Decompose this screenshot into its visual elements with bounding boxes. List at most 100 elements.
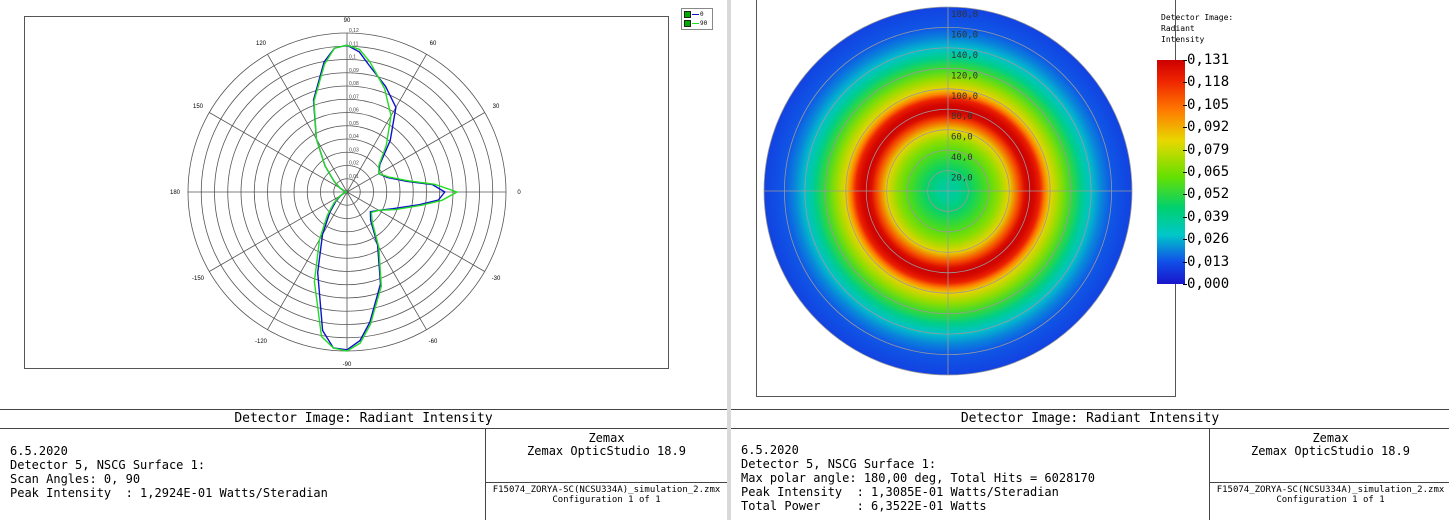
footer-info: 6.5.2020 Detector 5, NSCG Surface 1: Scan …	[10, 444, 328, 500]
footer-title: Detector Image: Radiant Intensity	[0, 410, 727, 429]
angle-tick-label: 120	[256, 41, 267, 47]
legend-checkbox-0[interactable]	[684, 10, 691, 18]
radial-tick-label: 0,03	[349, 147, 359, 153]
radial-tick-label: 0,1	[349, 55, 356, 61]
grid-spoke	[267, 54, 348, 193]
radial-tick-label: 100,0	[951, 92, 978, 102]
radial-tick-label: 0,09	[349, 68, 359, 74]
angle-tick-label: -150	[192, 276, 205, 282]
plot-legend: 0 90	[681, 8, 713, 30]
legend-checkbox-90[interactable]	[684, 19, 691, 27]
colorbar-tick-label: 0,118	[1187, 74, 1230, 91]
config-info: Configuration 1 of 1	[1276, 495, 1385, 505]
grid-spoke	[346, 191, 485, 272]
file-info: F15074_ZORYA-SC(NCSU334A)_simulation_2.z…	[1210, 482, 1449, 505]
angle-tick-label: 60	[430, 41, 437, 47]
colorbar-tick-mark	[1183, 104, 1187, 106]
angle-tick-label: -120	[255, 339, 268, 345]
file-info: F15074_ZORYA-SC(NCSU334A)_simulation_2.z…	[486, 482, 727, 505]
colorbar-tick-mark	[1183, 261, 1187, 263]
radial-tick-label: 0,06	[349, 108, 359, 114]
radial-tick-label: 0,12	[349, 28, 359, 34]
config-info: Configuration 1 of 1	[552, 495, 661, 505]
colorbar-tick-label: 0,105	[1187, 96, 1230, 113]
radial-tick-label: 80,0	[951, 112, 973, 122]
angle-tick-label: -60	[429, 339, 438, 345]
angle-tick-label: 0	[517, 190, 521, 196]
footer-brand-box: Zemax Zemax OpticStudio 18.9 F15074_ZORY…	[1209, 429, 1449, 520]
heatmap-footer: Detector Image: Radiant Intensity 6.5.20…	[731, 409, 1449, 520]
angle-tick-label: 30	[493, 104, 500, 110]
radial-tick-label: 40,0	[951, 153, 973, 163]
legend-item-90[interactable]: 90	[684, 19, 707, 27]
info-detector: Detector 5, NSCG Surface 1:	[10, 458, 206, 472]
colorbar-tick-label: 0,079	[1187, 141, 1230, 158]
legend-swatch-90	[692, 22, 699, 24]
radial-tick-label: 180,0	[951, 10, 978, 20]
colorbar-tick-label: 0,052	[1187, 186, 1230, 203]
angle-tick-label: 180	[170, 190, 181, 196]
radial-tick-label: 20,0	[951, 174, 973, 184]
colorbar-tick-label: 0,000	[1187, 276, 1230, 292]
colorbar-tick-label: 0,092	[1187, 119, 1230, 136]
colorbar-tick-label: 0,026	[1187, 231, 1230, 248]
product-name: Zemax OpticStudio 18.9	[1251, 444, 1410, 458]
colorbar-tick-mark	[1183, 149, 1187, 151]
colorbar-tick-mark	[1183, 82, 1187, 84]
file-name: F15074_ZORYA-SC(NCSU334A)_simulation_2.z…	[492, 485, 721, 495]
footer-title: Detector Image: Radiant Intensity	[731, 410, 1449, 429]
radial-tick-label: 140,0	[951, 51, 978, 61]
file-name: F15074_ZORYA-SC(NCSU334A)_simulation_2.z…	[1216, 485, 1445, 495]
right-analysis-window: 20,0 40,0 60,0 80,0 100,0 120,0 140,0 160,0 180,…	[731, 0, 1449, 520]
colorbar-tick-mark	[1183, 194, 1187, 196]
footer-info: 6.5.2020 Detector 5, NSCG Surface 1: Max p…	[741, 443, 1095, 513]
colorbar	[1157, 60, 1185, 284]
radial-tick-label: 0,08	[349, 81, 359, 87]
angle-tick-label: -30	[492, 276, 501, 282]
info-max-polar-angle: Max polar angle: 180,00 deg, Total Hits …	[741, 471, 1096, 485]
info-date: 6.5.2020	[741, 443, 799, 457]
info-detector: Detector 5, NSCG Surface 1:	[741, 457, 937, 471]
colorbar-tick-label: 0,013	[1187, 253, 1230, 270]
grid-spoke	[346, 191, 427, 330]
colorbar-tick-label: 0,131	[1187, 52, 1230, 68]
footer-brand-box: Zemax Zemax OpticStudio 18.9 F15074_ZORY…	[485, 429, 727, 520]
colorbar-tick-mark	[1183, 60, 1187, 61]
angle-tick-label: 90	[344, 18, 351, 24]
grid-spoke	[346, 112, 485, 193]
info-peak-intensity: Peak Intensity : 1,3085E-01 Watts/Sterad…	[741, 485, 1059, 499]
colorbar-tick-mark	[1183, 216, 1187, 218]
legend-label-0: 0	[700, 10, 704, 18]
radial-tick-label: 160,0	[951, 30, 978, 40]
radial-tick-label: 60,0	[951, 133, 973, 143]
colorbar-tick-label: 0,039	[1187, 208, 1230, 225]
legend-swatch-0	[692, 13, 699, 15]
heatmap-plot-frame: 20,0 40,0 60,0 80,0 100,0 120,0 140,0 160,0 180,…	[756, 0, 1176, 397]
colorbar-tick-mark	[1183, 172, 1187, 173]
polar-heatmap: 20,0 40,0 60,0 80,0 100,0 120,0 140,0 160,0 180,…	[763, 6, 1133, 376]
plot-footer: Detector Image: Radiant Intensity 6.5.20…	[0, 409, 727, 520]
legend-item-0[interactable]: 0	[684, 10, 704, 18]
radial-tick-label: 0,01	[349, 174, 359, 180]
radial-tick-label: 120,0	[951, 71, 978, 81]
colorbar-tick-label: 0,065	[1187, 164, 1230, 180]
grid-spoke	[346, 54, 427, 193]
legend-label-90: 90	[700, 19, 708, 27]
colorbar-tick-mark	[1183, 127, 1187, 129]
angle-tick-label: -90	[343, 362, 352, 368]
info-date: 6.5.2020	[10, 444, 68, 458]
grid-spoke	[209, 191, 348, 272]
polar-plot-frame: 90 60 30 0 -30 -60 -90 -120 -150 180 150 120 0,01 0,0…	[24, 16, 669, 369]
radial-tick-label: 0,02	[349, 161, 359, 167]
colorbar-tick-mark	[1183, 239, 1187, 241]
grid-spoke	[209, 112, 348, 193]
product-name: Zemax OpticStudio 18.9	[527, 444, 686, 458]
radial-tick-label: 0,04	[349, 134, 359, 140]
info-peak-intensity: Peak Intensity : 1,2924E-01 Watts/Sterad…	[10, 486, 328, 500]
angle-tick-label: 150	[193, 104, 204, 110]
radial-tick-label: 0,05	[349, 121, 359, 127]
radial-tick-label: 0,07	[349, 94, 359, 100]
left-analysis-window: 90 60 30 0 -30 -60 -90 -120 -150 180 150 120 0,01 0,0…	[0, 0, 727, 520]
colorbar-title: Detector Image: Radiant Intensity	[1161, 13, 1234, 44]
polar-plot: 90 60 30 0 -30 -60 -90 -120 -150 180 150 120 0,01 0,0…	[170, 18, 521, 368]
